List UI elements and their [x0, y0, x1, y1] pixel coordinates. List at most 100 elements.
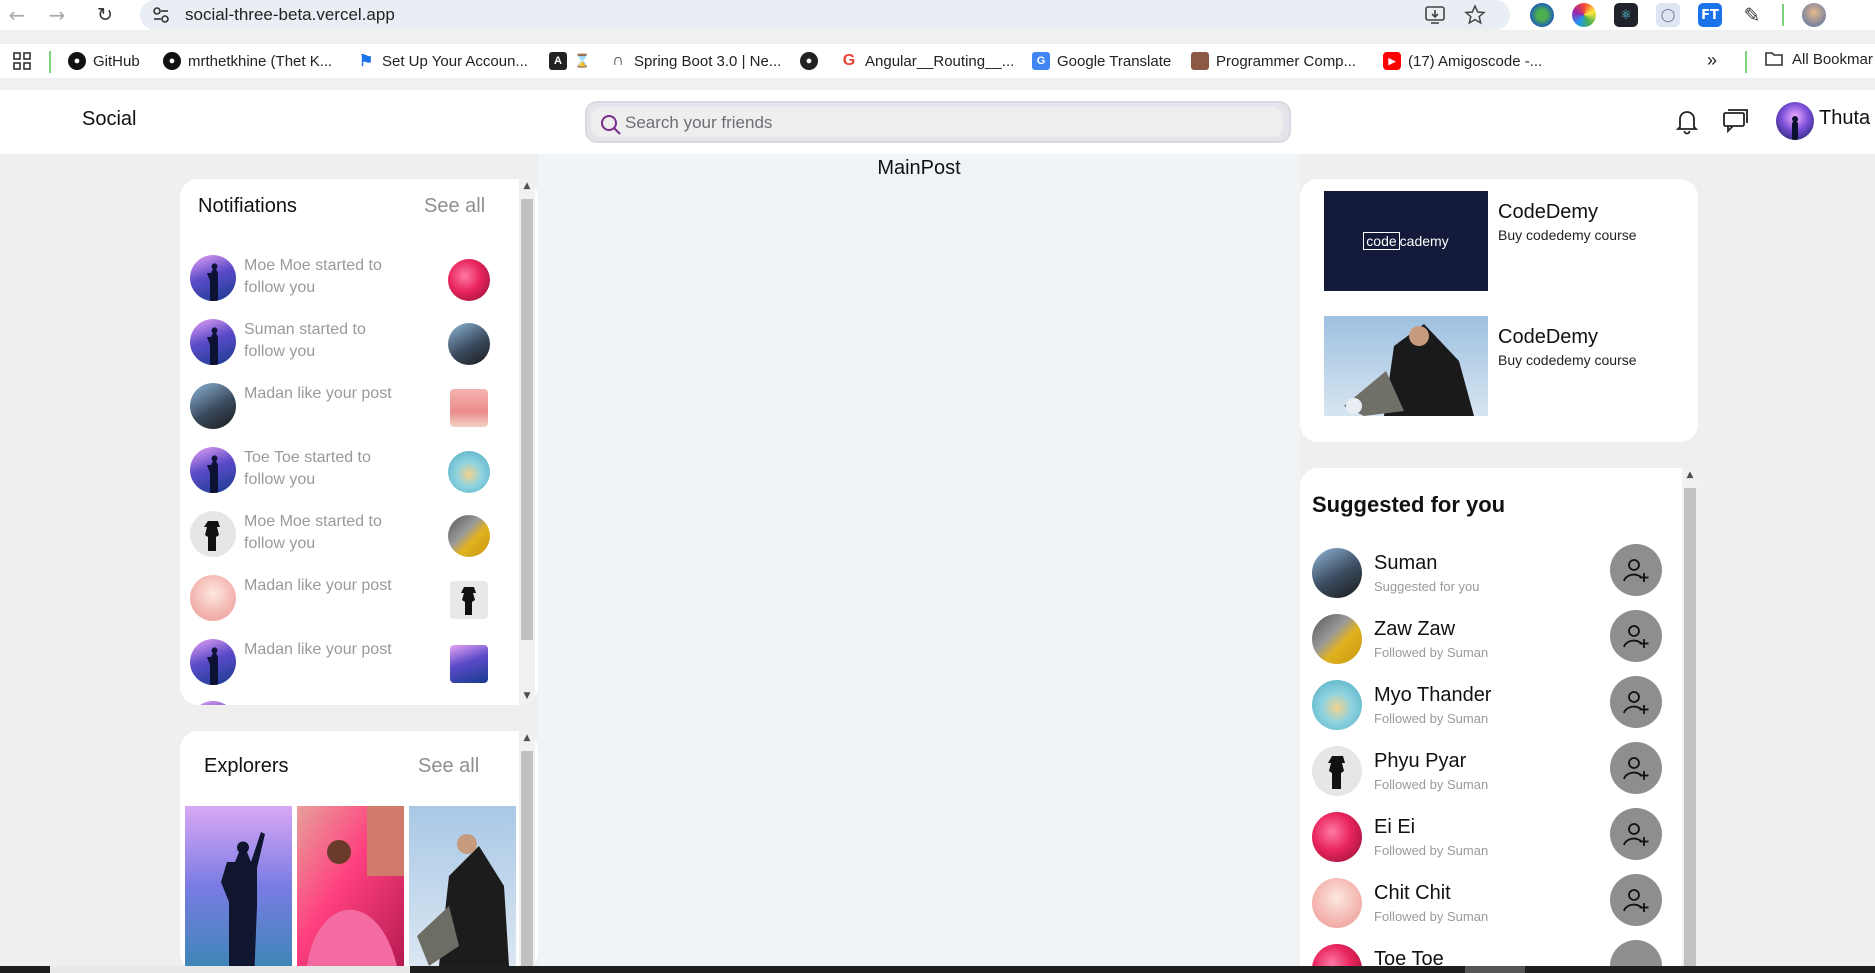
notification-item[interactable]: Moe Moe started to follow you [190, 251, 500, 307]
bookmark-github[interactable]: ● GitHub [68, 50, 140, 72]
bookmark-angular[interactable]: A ⌛ [549, 50, 590, 72]
all-bookmarks-button[interactable]: All Bookmar [1764, 50, 1873, 68]
explorer-image[interactable] [297, 806, 404, 966]
extensions-puzzle-icon[interactable]: ✎ [1740, 3, 1764, 27]
more-bookmarks-icon[interactable]: » [1707, 50, 1717, 71]
suggestion-name[interactable]: Toe Toe [1374, 948, 1444, 968]
apps-grid-icon[interactable] [12, 51, 32, 71]
horizontal-scrollbar[interactable] [50, 966, 410, 973]
extension-color-icon[interactable] [1572, 3, 1596, 27]
suggestion-name[interactable]: Myo Thander [1374, 684, 1491, 707]
avatar [190, 511, 236, 557]
notification-thumbnail [448, 259, 490, 301]
extension-shield-icon[interactable]: ◯ [1656, 3, 1680, 27]
search-input[interactable] [625, 109, 1245, 137]
suggestion-item[interactable]: Chit Chit Followed by Suman [1312, 874, 1672, 930]
reload-icon[interactable]: ↻ [92, 2, 118, 28]
scrollbar-thumb[interactable] [1684, 488, 1696, 968]
extension-ft-icon[interactable]: FT [1698, 3, 1722, 27]
notification-item[interactable]: Suman started to follow you [190, 315, 500, 371]
bookmark-setup-account[interactable]: ⚑ Set Up Your Accoun... [357, 50, 528, 72]
notification-thumbnail [450, 645, 488, 683]
bookmark-amigoscode[interactable]: ▶ (17) Amigoscode -... [1383, 50, 1542, 72]
notification-thumbnail [448, 515, 490, 557]
suggestions-scrollbar[interactable]: ▲ [1682, 468, 1698, 968]
profile-icon[interactable] [1802, 3, 1826, 27]
scroll-up-icon[interactable]: ▲ [519, 179, 535, 193]
app-logo[interactable]: Social [82, 108, 136, 131]
site-info-icon[interactable] [152, 6, 170, 24]
suggestion-name[interactable]: Ei Ei [1374, 816, 1415, 839]
explorer-image[interactable] [185, 806, 292, 966]
search-field[interactable] [591, 107, 1283, 137]
scrollbar-thumb[interactable] [521, 751, 533, 971]
suggestion-item[interactable]: Myo Thander Followed by Suman [1312, 676, 1672, 732]
suggestion-subtitle: Followed by Suman [1374, 777, 1489, 792]
url-text[interactable]: social-three-beta.vercel.app [185, 5, 395, 25]
app-header: Social Thuta [0, 90, 1875, 154]
extension-react-icon[interactable]: ⚛ [1614, 3, 1638, 27]
suggestion-item[interactable]: Suman Suggested for you [1312, 544, 1672, 600]
notifications-see-all-link[interactable]: See all [424, 195, 485, 218]
notification-item[interactable]: Madan like your post [190, 379, 500, 435]
notification-thumbnail [450, 581, 488, 619]
suggestion-item-partial[interactable]: Toe Toe [1312, 940, 1672, 968]
bookmark-star-icon[interactable] [1464, 4, 1486, 26]
explorer-image[interactable] [409, 806, 516, 966]
ad-item[interactable]: code cademy CodeDemy Buy codedemy course [1324, 191, 1694, 291]
back-icon[interactable]: ← [4, 2, 30, 28]
add-friend-button[interactable] [1610, 742, 1662, 794]
suggestion-subtitle: Followed by Suman [1374, 843, 1489, 858]
add-friend-button[interactable] [1610, 676, 1662, 728]
add-friend-button[interactable] [1610, 610, 1662, 662]
explorers-see-all-link[interactable]: See all [418, 755, 479, 778]
explorers-card: Explorers See all ▲ [180, 731, 538, 971]
suggestion-item[interactable]: Phyu Pyar Followed by Suman [1312, 742, 1672, 798]
suggestion-name[interactable]: Zaw Zaw [1374, 618, 1455, 641]
bookmark-mrthetkhine[interactable]: ● mrthetkhine (Thet K... [163, 50, 332, 72]
scroll-up-icon[interactable]: ▲ [1682, 468, 1698, 482]
notification-item[interactable]: Moe Moe started to follow you [190, 507, 500, 563]
chat-icon[interactable] [1720, 106, 1750, 136]
add-friend-button[interactable] [1610, 544, 1662, 596]
suggestion-name[interactable]: Suman [1374, 552, 1437, 575]
bookmark-programmer[interactable]: Programmer Comp... [1191, 50, 1356, 72]
scroll-down-icon[interactable]: ▼ [519, 689, 535, 703]
user-avatar[interactable] [1776, 102, 1814, 140]
scrollbar-thumb[interactable] [521, 199, 533, 640]
suggestion-item[interactable]: Ei Ei Followed by Suman [1312, 808, 1672, 864]
notification-item[interactable]: Toe Toe started to follow you [190, 443, 500, 499]
suggestion-name[interactable]: Chit Chit [1374, 882, 1451, 905]
search-bar[interactable] [585, 101, 1291, 143]
notification-item[interactable]: Madan like your post [190, 635, 500, 691]
bookmark-globe[interactable]: ● [800, 50, 818, 72]
install-app-icon[interactable] [1424, 4, 1446, 26]
notifications-scrollbar[interactable]: ▲ ▼ [519, 179, 535, 705]
extension-globe-icon[interactable] [1530, 3, 1554, 27]
scroll-up-icon[interactable]: ▲ [519, 731, 535, 745]
bookmark-label: (17) Amigoscode -... [1408, 52, 1543, 70]
bell-icon[interactable] [1672, 106, 1702, 136]
explorers-scrollbar[interactable]: ▲ [519, 731, 535, 971]
suggestion-name[interactable]: Phyu Pyar [1374, 750, 1466, 773]
bookmark-google-translate[interactable]: G Google Translate [1032, 50, 1171, 72]
add-friend-button[interactable] [1610, 808, 1662, 860]
main-feed: MainPost [538, 154, 1300, 966]
bookmark-angular-routing[interactable]: G Angular__Routing__... [840, 50, 1015, 72]
window-bottom-edge [0, 966, 1875, 973]
avatar [1312, 614, 1362, 664]
avatar [190, 255, 236, 301]
user-name[interactable]: Thuta [1819, 107, 1870, 130]
bookmark-label: Google Translate [1057, 52, 1172, 70]
add-friend-button[interactable] [1610, 874, 1662, 926]
address-bar[interactable]: social-three-beta.vercel.app [140, 0, 1510, 30]
notification-item[interactable]: Madan like your post [190, 571, 500, 627]
notification-item-partial[interactable] [190, 697, 500, 705]
suggestion-item[interactable]: Zaw Zaw Followed by Suman [1312, 610, 1672, 666]
ad-description: Buy codedemy course [1498, 227, 1637, 243]
forward-icon[interactable]: → [44, 2, 70, 28]
ad-banner-photo [1324, 316, 1488, 416]
add-friend-button[interactable] [1610, 940, 1662, 968]
ad-item[interactable]: CodeDemy Buy codedemy course [1324, 316, 1694, 416]
bookmark-spring-boot[interactable]: ∩ Spring Boot 3.0 | Ne... [609, 50, 781, 72]
